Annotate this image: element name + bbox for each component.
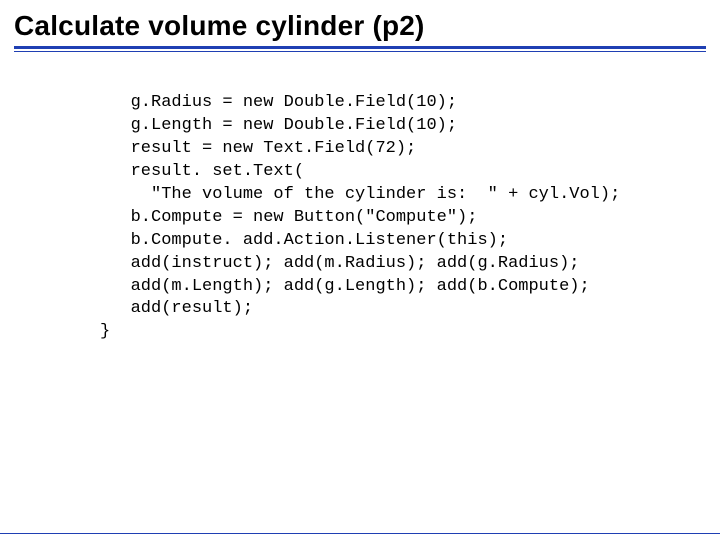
title-rule-thick — [14, 46, 706, 49]
code-line: "The volume of the cylinder is: " + cyl.… — [100, 185, 620, 204]
code-line: add(result); — [100, 299, 253, 318]
code-line: b.Compute. add.Action.Listener(this); — [100, 231, 508, 250]
title-rule-thin — [14, 51, 706, 52]
code-line: result. set.Text( — [100, 162, 304, 181]
code-line: g.Length = new Double.Field(10); — [100, 116, 457, 135]
code-line: b.Compute = new Button("Compute"); — [100, 208, 477, 227]
slide-title: Calculate volume cylinder (p2) — [14, 10, 706, 42]
footer-rule — [0, 533, 720, 534]
code-line: add(instruct); add(m.Radius); add(g.Radi… — [100, 254, 579, 273]
code-line: g.Radius = new Double.Field(10); — [100, 93, 457, 112]
title-area: Calculate volume cylinder (p2) — [0, 0, 720, 58]
code-line: result = new Text.Field(72); — [100, 139, 416, 158]
code-line: } — [100, 322, 110, 341]
code-block: g.Radius = new Double.Field(10); g.Lengt… — [0, 58, 720, 344]
slide: Calculate volume cylinder (p2) g.Radius … — [0, 0, 720, 540]
code-line: add(m.Length); add(g.Length); add(b.Comp… — [100, 277, 590, 296]
